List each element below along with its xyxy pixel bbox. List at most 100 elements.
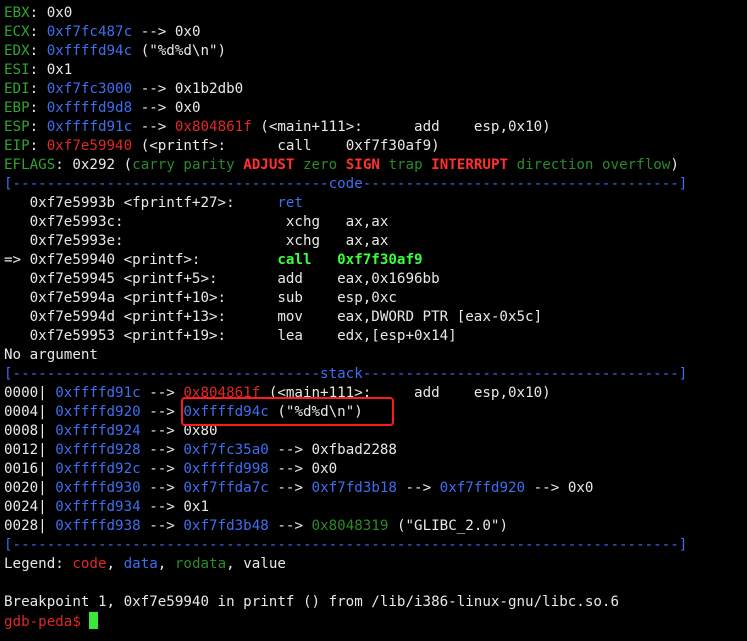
code-op: sub — [277, 290, 338, 306]
stack-row: 0028| 0xffffd938 --> 0xf7fd3b48 --> 0x80… — [4, 517, 747, 536]
stack-offset: 0012| — [4, 442, 56, 458]
code-addr: 0xf7e59953 — [29, 328, 124, 344]
code-op: xchg — [285, 214, 346, 230]
stack-offset: 0028| — [4, 518, 56, 534]
section-separator-stack: [------------------------------------sta… — [4, 366, 688, 382]
stack-value: 0x0 — [311, 461, 338, 477]
code-args: eax,DWORD PTR [eax-0x5c] — [337, 309, 543, 325]
stack-value: --> — [149, 518, 175, 534]
flag-carry: carry — [132, 157, 175, 173]
reg-addr: 0xffffd9d8 — [46, 100, 133, 116]
legend-data: data — [123, 556, 158, 572]
stack-addr: 0xffffd92c — [55, 461, 141, 477]
reg-ebx: EBX: 0x0 — [4, 5, 73, 21]
flag-trap: trap — [388, 157, 423, 173]
code-addr: 0xf7e5994a — [29, 290, 124, 306]
code-addr: 0xf7e59940 — [29, 252, 124, 268]
code-args: ax,ax — [345, 233, 389, 249]
stack-value: --> — [149, 499, 175, 515]
code-prefix — [4, 309, 30, 325]
reg-name: EBP — [4, 100, 30, 116]
no-argument-text: No argument — [4, 347, 98, 363]
cursor-block-icon[interactable] — [89, 612, 99, 629]
reg-name: EFLAGS — [4, 157, 56, 173]
code-prefix — [4, 290, 30, 306]
code-args: ax,ax — [345, 214, 389, 230]
stack-value: 0xfbad2288 — [311, 442, 397, 458]
reg-esp: ESP: 0xffffd91c --> 0x804861f (<main+111… — [4, 119, 551, 135]
stack-value: 0xf7fc35a0 — [183, 442, 269, 458]
code-op: xchg — [285, 233, 346, 249]
code-op: add — [277, 271, 338, 287]
arrow: --> — [140, 81, 167, 97]
reg-string: ("%d%d\n") — [140, 43, 227, 59]
reg-name: EDX — [4, 43, 30, 59]
reg-op: call — [277, 138, 312, 154]
code-listing: 0xf7e5993b <fprintf+27>: ret 0xf7e5993c:… — [4, 194, 747, 346]
stack-value: esp,0x10) — [473, 385, 551, 401]
flag-adjust: ADJUST — [243, 157, 295, 173]
stack-value: 0x1 — [183, 499, 210, 515]
code-prefix — [4, 328, 30, 344]
reg-edx: EDX: 0xffffd94c ("%d%d\n") — [4, 43, 227, 59]
reg-name: EBX — [4, 5, 30, 21]
code-prefix: => — [4, 252, 30, 268]
stack-row: 0024| 0xffffd934 --> 0x1 — [4, 498, 747, 517]
stack-value: 0xf7ffda7c — [183, 480, 269, 496]
stack-value: --> — [277, 518, 303, 534]
code-addr: 0xf7e5993b — [29, 195, 124, 211]
code-symbol — [132, 233, 286, 249]
code-addr: 0xf7e5994d — [29, 309, 124, 325]
reg-ebp: EBP: 0xffffd9d8 --> 0x0 — [4, 100, 201, 116]
stack-row: 0016| 0xffffd92c --> 0xffffd998 --> 0x0 — [4, 460, 747, 479]
code-line: 0xf7e5994d <printf+13>: mov eax,DWORD PT… — [4, 308, 747, 327]
stack-value: 0x8048319 — [311, 518, 389, 534]
stack-row: 0012| 0xffffd928 --> 0xf7fc35a0 --> 0xfb… — [4, 441, 747, 460]
reg-addr: 0xffffd94c — [46, 43, 133, 59]
stack-value: 0xf7ffd920 — [439, 480, 526, 496]
code-symbol: <printf>: — [123, 252, 278, 268]
reg-eip: EIP: 0xf7e59940 (<printf>: call 0xf7f30a… — [4, 138, 440, 154]
arrow: --> — [140, 24, 167, 40]
stack-addr: 0xffffd934 — [55, 499, 141, 515]
reg-deref: 0x0 — [174, 24, 201, 40]
stack-value: --> — [277, 461, 303, 477]
code-addr: 0xf7e59945 — [29, 271, 124, 287]
stack-value: --> — [149, 480, 175, 496]
stack-value: 0x0 — [567, 480, 594, 496]
stack-value: --> — [149, 404, 175, 420]
reg-addr: 0xffffd91c — [46, 119, 133, 135]
code-symbol: <printf+10>: — [123, 290, 278, 306]
arrow: --> — [140, 100, 167, 116]
code-line: 0xf7e5993e: xchg ax,ax — [4, 232, 747, 251]
stack-addr: 0xffffd91c — [55, 385, 141, 401]
code-symbol: <printf+13>: — [123, 309, 278, 325]
prompt-line[interactable]: gdb-peda$ — [4, 612, 747, 631]
stack-offset: 0016| — [4, 461, 56, 477]
reg-args: 0xf7f30af9) — [345, 138, 440, 154]
flag-parity: parity — [183, 157, 235, 173]
code-symbol: <fprintf+27>: — [123, 195, 278, 211]
code-addr: 0xf7e5993e: — [29, 233, 133, 249]
code-args: 0xf7f30af9 — [337, 252, 423, 268]
reg-name: ECX — [4, 24, 30, 40]
stack-offset: 0000| — [4, 385, 56, 401]
stack-value: add — [414, 385, 440, 401]
stack-addr: 0xffffd938 — [55, 518, 141, 534]
breakpoint-message: Breakpoint 1, 0xf7e59940 in printf () fr… — [4, 594, 619, 610]
reg-addr: 0xf7fc3000 — [46, 81, 133, 97]
code-line: => 0xf7e59940 <printf>: call 0xf7f30af9 — [4, 251, 747, 270]
terminal: EBX: 0x0 ECX: 0xf7fc487c --> 0x0 EDX: 0x… — [0, 0, 747, 631]
stack-addr: 0xffffd920 — [55, 404, 141, 420]
code-op: call — [277, 252, 338, 268]
code-op: mov — [277, 309, 338, 325]
section-separator-code: [-------------------------------------co… — [4, 176, 688, 192]
legend-value: value — [243, 556, 286, 572]
section-separator-end: [---------------------------------------… — [4, 537, 688, 553]
code-line: 0xf7e5993c: xchg ax,ax — [4, 213, 747, 232]
stack-value: --> — [277, 442, 303, 458]
highlight-box — [181, 397, 394, 426]
flag-direction: direction — [516, 157, 594, 173]
stack-value: --> — [149, 442, 175, 458]
